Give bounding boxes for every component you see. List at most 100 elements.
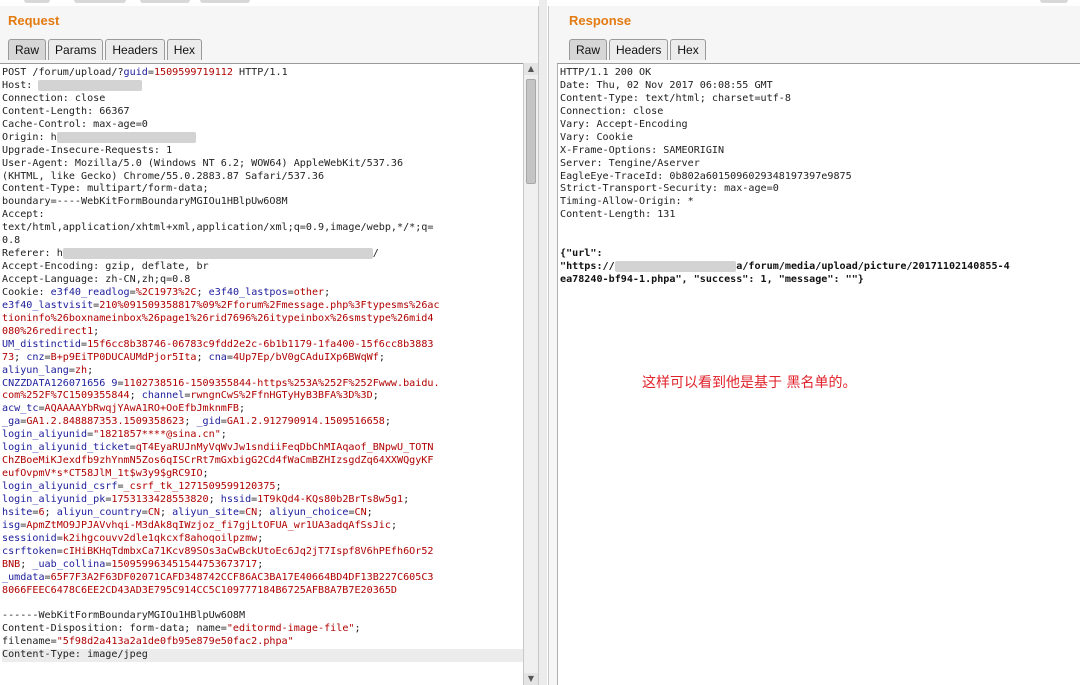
response-line: Server: Tengine/Aserver: [560, 158, 1080, 171]
tab-raw[interactable]: Raw: [8, 39, 47, 60]
response-text: a/forum/media/upload/picture/20171102140…: [736, 261, 1010, 273]
request-text: 65F7F3A2F63DF02071CAFD348742CCF86AC3BA17…: [50, 571, 434, 583]
request-text: acw_tc: [2, 403, 39, 415]
tab-raw[interactable]: Raw: [569, 39, 608, 60]
request-line: POST /forum/upload/?guid=1509599719112 H…: [2, 67, 524, 80]
request-line: User-Agent: Mozilla/5.0 (Windows NT 6.2;…: [2, 158, 524, 171]
request-text: 15f6cc8b38746-06783c9fdd2e2c-6b1b1179-1f…: [87, 338, 434, 350]
request-text: Content-Type: multipart/form-data;: [2, 183, 209, 195]
request-text: zh: [74, 364, 88, 376]
response-text: Vary: Cookie: [560, 131, 633, 143]
request-text: Cookie:: [2, 286, 51, 298]
request-text: guid: [123, 67, 148, 78]
request-text: cna: [208, 351, 227, 363]
request-text: _ga: [2, 416, 21, 428]
request-text: other: [293, 286, 325, 298]
response-text: X-Frame-Options: SAMEORIGIN: [560, 144, 725, 156]
request-text: _csrf_tk_1271509599120375: [123, 481, 276, 492]
request-text: ;: [275, 481, 282, 492]
request-text: ;: [239, 403, 246, 415]
request-text: e3f40_readlog: [50, 286, 130, 298]
request-line: Accept-Encoding: gzip, deflate, br: [2, 261, 524, 274]
response-line: Content-Type: text/html; charset=utf-8: [560, 93, 1080, 106]
request-text: ;: [44, 506, 57, 518]
request-text: ;: [14, 351, 27, 363]
request-line: sessionid=k2ihgcouvv2dle1qkcxf8ahoqoilpz…: [2, 533, 524, 546]
request-line: (KHTML, like Gecko) Chrome/55.0.2883.87 …: [2, 171, 524, 184]
request-line: aliyun_lang=zh;: [2, 365, 524, 378]
response-tabs: Raw Headers Hex: [569, 39, 708, 60]
request-text: ;: [257, 506, 270, 518]
request-text: aliyun_choice: [269, 506, 349, 518]
scroll-up-icon[interactable]: ▲: [524, 63, 538, 75]
request-line: Content-Type: multipart/form-data;: [2, 183, 524, 196]
request-text: _gid: [196, 416, 221, 428]
request-text: hssid: [220, 493, 252, 505]
request-line: e3f40_lastvisit=210%091509358817%09%2Ffo…: [2, 300, 524, 313]
request-text: CNZZDATA126071656 9: [2, 377, 118, 389]
response-pane: Response Raw Headers Hex HTTP/1.1 200 OK…: [548, 6, 1080, 685]
request-text: CN: [147, 506, 161, 518]
scroll-down-icon[interactable]: ▼: [524, 673, 538, 685]
request-text: rwngnCwS%2FfnHGTyHyB3BFA%3D%3D: [190, 390, 373, 402]
response-line: Vary: Accept-Encoding: [560, 119, 1080, 132]
request-line: Connection: close: [2, 93, 524, 106]
request-text: ;: [354, 623, 361, 635]
request-pane: Request Raw Params Headers Hex POST /for…: [0, 6, 539, 685]
response-line: Vary: Cookie: [560, 132, 1080, 145]
request-line: Content-Length: 66367: [2, 106, 524, 119]
request-text: filename=: [2, 636, 57, 648]
request-text: HTTP/1.1: [232, 67, 288, 78]
request-text: aliyun_site: [172, 506, 240, 518]
request-text: isg: [2, 519, 21, 531]
request-line: Accept-Language: zh-CN,zh;q=0.8: [2, 274, 524, 287]
scroll-thumb[interactable]: [526, 79, 536, 184]
response-line: Connection: close: [560, 106, 1080, 119]
response-editor[interactable]: HTTP/1.1 200 OK Date: Thu, 02 Nov 2017 06…: [557, 63, 1080, 685]
request-text: e3f40_lastvisit: [2, 299, 94, 311]
response-line: EagleEye-TraceId: 0b802a6015096029348197…: [560, 171, 1080, 184]
request-text: CN: [354, 506, 367, 518]
tab-hex[interactable]: Hex: [670, 39, 706, 60]
request-body: POST /forum/upload/?guid=1509599719112 H…: [0, 64, 524, 663]
request-text: ;: [196, 351, 209, 363]
request-line: login_aliyunid_pk=1753133428553820; hssi…: [2, 494, 524, 507]
request-line: Referer: hXXXXXXXXXXXXXXXXXXXXXXXXXXXXXX…: [2, 248, 524, 261]
response-line: ea78240-bf94-1.phpa", "success": 1, "mes…: [560, 274, 1080, 287]
tab-params[interactable]: Params: [48, 39, 104, 60]
request-text: 1753133428553820: [111, 493, 209, 505]
request-text: ;: [390, 519, 398, 531]
request-text: Accept-Encoding: gzip, deflate, br: [2, 261, 209, 273]
request-editor[interactable]: POST /forum/upload/?guid=1509599719112 H…: [0, 63, 524, 685]
tab-hex[interactable]: Hex: [166, 39, 203, 60]
request-scrollbar[interactable]: ▲ ▼: [523, 63, 538, 685]
request-text: BNB: [2, 558, 21, 570]
response-text: Strict-Transport-Security: max-age=0: [560, 183, 779, 195]
request-text: ;: [220, 429, 227, 441]
response-text: ea78240-bf94-1.phpa", "success": 1, "mes…: [560, 274, 864, 285]
response-text: {"url":: [560, 248, 603, 260]
request-text: "editormd-image-file": [226, 623, 355, 635]
request-text: Connection: close: [2, 92, 106, 104]
request-text: 210%091509358817%09%2Fforum%2Fmessage.ph…: [99, 299, 440, 311]
request-tabs: Raw Params Headers Hex: [8, 39, 204, 60]
request-text: ;: [202, 468, 209, 480]
request-text: tioninfo%26boxnameinbox%26page1%26rid769…: [2, 312, 434, 324]
request-title: Request: [8, 13, 60, 28]
response-line: HTTP/1.1 200 OK: [560, 67, 1080, 80]
request-text: Host:: [2, 79, 39, 91]
request-text: AQAAAAYbRwqjYAwA1RO+OoEfbJmknmFB: [44, 403, 240, 415]
pane-divider[interactable]: [539, 0, 547, 685]
request-line: Accept:: [2, 209, 524, 222]
response-line: "https://XXXXXXXXXXXXXXXXXXXXa/forum/med…: [560, 261, 1080, 274]
request-text: text/html,application/xhtml+xml,applicat…: [2, 222, 434, 234]
request-text: login_aliyunid: [2, 429, 88, 441]
request-text: sessionid: [2, 532, 57, 544]
tab-headers[interactable]: Headers: [609, 39, 669, 60]
tab-headers[interactable]: Headers: [105, 39, 165, 60]
request-text: GA1.2.848887353.1509358623: [26, 416, 185, 428]
response-text: Timing-Allow-Origin: *: [560, 196, 694, 208]
request-line: Host: XXXXXXXXXXXXXXXXX: [2, 79, 524, 93]
request-text: 080%26redirect1: [2, 325, 94, 337]
request-text: ;: [403, 493, 410, 505]
